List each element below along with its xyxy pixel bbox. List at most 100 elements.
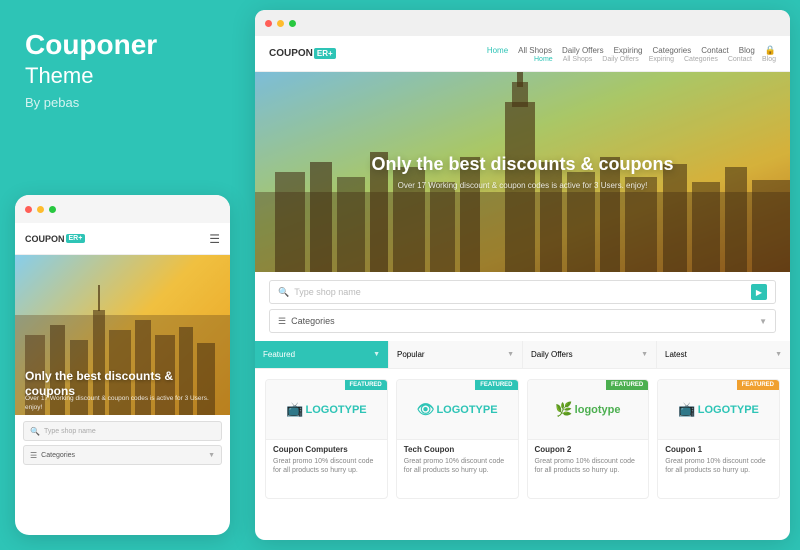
card-badge-3: FEATURED <box>737 380 779 390</box>
mobile-dot-green <box>49 206 56 213</box>
desktop-cat-label: Categories <box>291 316 754 326</box>
filter-tab-latest[interactable]: Latest ▼ <box>657 341 790 368</box>
coupon-card-3[interactable]: FEATURED 📺 LOGOTYPE Coupon 1 Great promo… <box>657 379 780 499</box>
mobile-categories-bar[interactable]: ☰ Categories ▼ <box>23 445 222 465</box>
desktop-hero-title: Only the best discounts & coupons <box>282 154 764 175</box>
mobile-dot-red <box>25 206 32 213</box>
brand-subtitle: Theme <box>25 63 220 89</box>
coupon-card-0[interactable]: FEATURED 📺 LOGOTYPE Coupon Computers Gre… <box>265 379 388 499</box>
desktop-search-icon: 🔍 <box>278 287 289 298</box>
nav-icon-lock: 🔒 <box>765 45 776 56</box>
mobile-cat-text: Categories <box>41 452 204 459</box>
desktop-search-bar[interactable]: 🔍 Type shop name ▶ <box>269 280 776 304</box>
subnav-blog: Blog <box>762 56 776 63</box>
filter-tab-popular[interactable]: Popular ▼ <box>389 341 523 368</box>
card-info-2: Coupon 2 Great promo 10% discount code f… <box>528 440 649 480</box>
card-logo-area-2: FEATURED 🌿 logotype <box>528 380 649 440</box>
card-logo-text-1: LOGOTYPE <box>436 404 497 416</box>
filter-tab-popular-label: Popular <box>397 350 425 359</box>
mobile-dot-yellow <box>37 206 44 213</box>
desktop-er-badge: ER+ <box>314 48 336 59</box>
desktop-filter-tabs: Featured ▼ Popular ▼ Daily Offers ▼ Late… <box>255 341 790 369</box>
mobile-search-bar[interactable]: 🔍 Type shop name <box>23 421 222 441</box>
desktop-search-placeholder: Type shop name <box>294 287 746 297</box>
filter-tab-dailyoffers[interactable]: Daily Offers ▼ <box>523 341 657 368</box>
brand-author: By pebas <box>25 95 220 110</box>
nav-link-allshops[interactable]: All Shops <box>518 46 552 55</box>
card-title-1: Tech Coupon <box>404 445 511 454</box>
card-logo-area-3: FEATURED 📺 LOGOTYPE <box>658 380 779 440</box>
mobile-logo: COUPONER+ <box>25 234 85 244</box>
desktop-nav: COUPONER+ Home All Shops Daily Offers Ex… <box>255 36 790 72</box>
mobile-cat-icon: ☰ <box>30 451 37 460</box>
card-logo-icon-3: 📺 <box>678 401 695 418</box>
desktop-hero-sub: Over 17 Working discount & coupon codes … <box>282 181 764 190</box>
card-desc-0: Great promo 10% discount code for all pr… <box>273 457 380 475</box>
card-logotype-0: 📺 LOGOTYPE <box>286 401 367 418</box>
subnav-allshops: All Shops <box>563 56 593 63</box>
desktop-top-bar <box>255 10 790 36</box>
nav-link-blog[interactable]: Blog <box>739 46 755 55</box>
mobile-cat-arrow-icon: ▼ <box>208 452 215 459</box>
nav-link-categories[interactable]: Categories <box>653 46 692 55</box>
coupon-card-2[interactable]: FEATURED 🌿 logotype Coupon 2 Great promo… <box>527 379 650 499</box>
desktop-logo: COUPONER+ <box>269 48 336 59</box>
desktop-nav-links: Home All Shops Daily Offers Expiring Cat… <box>487 45 776 56</box>
mobile-top-bar <box>15 195 230 223</box>
nav-link-home[interactable]: Home <box>487 46 508 55</box>
subnav-home: Home <box>534 56 553 63</box>
card-logo-text-2: logotype <box>575 404 621 416</box>
desktop-hero: Only the best discounts & coupons Over 1… <box>255 72 790 272</box>
brand-title: Couponer <box>25 30 220 61</box>
filter-tab-featured-label: Featured <box>263 350 295 359</box>
card-logo-text-3: LOGOTYPE <box>698 404 759 416</box>
desktop-mockup: COUPONER+ Home All Shops Daily Offers Ex… <box>255 10 790 540</box>
desktop-dot-red <box>265 20 272 27</box>
desktop-dot-green <box>289 20 296 27</box>
desktop-search-section: 🔍 Type shop name ▶ ☰ Categories ▼ <box>255 272 790 341</box>
card-info-1: Tech Coupon Great promo 10% discount cod… <box>397 440 518 480</box>
subnav-expiring: Expiring <box>649 56 674 63</box>
nav-link-dailyoffers[interactable]: Daily Offers <box>562 46 604 55</box>
desktop-cat-icon: ☰ <box>278 316 286 327</box>
mobile-search-area: 🔍 Type shop name ☰ Categories ▼ <box>15 415 230 471</box>
desktop-dot-yellow <box>277 20 284 27</box>
mobile-hero: Only the best discounts & coupons Over 1… <box>15 255 230 415</box>
mobile-search-icon: 🔍 <box>30 427 40 436</box>
desktop-cards: FEATURED 📺 LOGOTYPE Coupon Computers Gre… <box>255 369 790 499</box>
card-title-0: Coupon Computers <box>273 445 380 454</box>
mobile-hamburger: ☰ <box>209 232 220 246</box>
mobile-search-text: Type shop name <box>44 428 96 435</box>
card-desc-1: Great promo 10% discount code for all pr… <box>404 457 511 475</box>
filter-tab-latest-label: Latest <box>665 350 687 359</box>
filter-tab-latest-arrow: ▼ <box>775 351 782 358</box>
card-title-3: Coupon 1 <box>665 445 772 454</box>
card-info-0: Coupon Computers Great promo 10% discoun… <box>266 440 387 480</box>
mobile-er-badge: ER+ <box>66 234 86 243</box>
nav-link-expiring[interactable]: Expiring <box>614 46 643 55</box>
card-title-2: Coupon 2 <box>535 445 642 454</box>
mobile-nav: COUPONER+ ☰ <box>15 223 230 255</box>
card-logo-area-0: FEATURED 📺 LOGOTYPE <box>266 380 387 440</box>
card-logotype-3: 📺 LOGOTYPE <box>678 401 759 418</box>
nav-link-contact[interactable]: Contact <box>701 46 729 55</box>
desktop-hero-content: Only the best discounts & coupons Over 1… <box>282 154 764 190</box>
card-logo-icon-0: 📺 <box>286 401 303 418</box>
filter-tab-popular-arrow: ▼ <box>507 351 514 358</box>
mobile-hero-sub: Over 17 Working discount & coupon codes … <box>25 395 220 412</box>
subnav-contact: Contact <box>728 56 752 63</box>
desktop-search-button[interactable]: ▶ <box>751 284 767 300</box>
card-info-3: Coupon 1 Great promo 10% discount code f… <box>658 440 779 480</box>
mobile-mockup: COUPONER+ ☰ Only the best discounts & co <box>15 195 230 535</box>
desktop-nav-sub: Home All Shops Daily Offers Expiring Cat… <box>534 56 776 63</box>
card-badge-1: FEATURED <box>475 380 517 390</box>
filter-tab-featured[interactable]: Featured ▼ <box>255 341 389 368</box>
filter-tab-dailyoffers-arrow: ▼ <box>641 351 648 358</box>
coupon-card-1[interactable]: FEATURED 👁 LOGOTYPE Tech Coupon Great pr… <box>396 379 519 499</box>
card-badge-0: FEATURED <box>345 380 387 390</box>
card-logo-area-1: FEATURED 👁 LOGOTYPE <box>397 380 518 440</box>
desktop-categories-bar[interactable]: ☰ Categories ▼ <box>269 309 776 333</box>
subnav-categories: Categories <box>684 56 718 63</box>
card-logo-icon-2: 🌿 <box>555 401 572 418</box>
filter-tab-featured-arrow: ▼ <box>373 351 380 358</box>
